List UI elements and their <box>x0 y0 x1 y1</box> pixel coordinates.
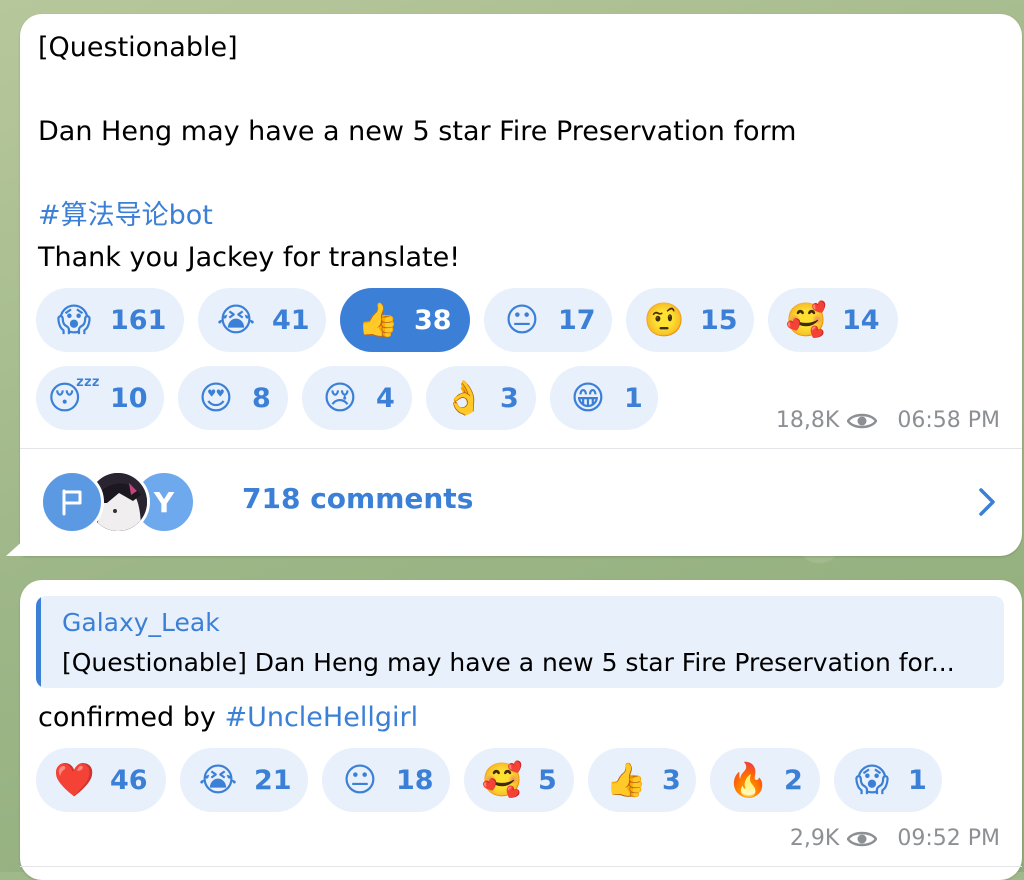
message-text-credit: Thank you Jackey for translate! <box>38 242 461 273</box>
reaction-button[interactable]: 😐 18 <box>322 748 450 812</box>
comments-button[interactable]: Y 718 comments <box>40 462 1002 542</box>
reaction-button[interactable]: 😁 1 <box>550 366 658 430</box>
reaction-button[interactable]: 😱 161 <box>36 288 184 352</box>
sad-tear-emoji-icon: 😢 <box>322 378 358 417</box>
message-time: 06:58 PM <box>897 408 1000 433</box>
ok-hand-emoji-icon: 👌 <box>443 378 485 417</box>
reaction-count: 3 <box>500 382 519 414</box>
reaction-button[interactable]: 🤨 15 <box>626 288 754 352</box>
reaction-count: 46 <box>110 764 148 796</box>
reaction-button[interactable]: 🔥 2 <box>710 748 820 812</box>
reaction-button[interactable]: 😢 4 <box>302 366 412 430</box>
scream-emoji-icon: 😱 <box>56 300 92 339</box>
smiling-hearts-emoji-icon: 🥰 <box>785 300 827 339</box>
chevron-right-icon <box>979 488 995 516</box>
reply-quote[interactable]: Galaxy_Leak [Questionable] Dan Heng may … <box>36 596 1004 688</box>
comments-count: 718 comments <box>242 482 474 515</box>
thumbs-up-emoji-icon: 👍 <box>605 760 647 799</box>
fire-emoji-icon: 🔥 <box>727 760 769 799</box>
message-text-prefix: confirmed by <box>38 702 225 733</box>
divider <box>20 866 1022 867</box>
reaction-button[interactable]: ❤️ 46 <box>36 748 166 812</box>
crying-emoji-icon: 😭 <box>216 300 256 339</box>
neutral-face-emoji-icon: 😐 <box>342 760 378 799</box>
sleeping-emoji-icon: 😴 <box>47 378 101 417</box>
reply-bar <box>36 596 41 688</box>
reaction-button[interactable]: 😴 10 <box>36 366 164 430</box>
reaction-count: 15 <box>700 304 738 336</box>
reaction-button[interactable]: 😐 17 <box>484 288 612 352</box>
reaction-count: 5 <box>538 764 557 796</box>
grin-emoji-icon: 😁 <box>570 378 606 417</box>
reaction-button[interactable]: 😱 1 <box>834 748 942 812</box>
eye-icon <box>847 831 878 846</box>
reaction-button[interactable]: 👌 3 <box>426 366 536 430</box>
reaction-button[interactable]: 😭 21 <box>180 748 308 812</box>
view-count: 18,8K <box>775 408 840 433</box>
reaction-count: 2 <box>784 764 803 796</box>
neutral-face-emoji-icon: 😐 <box>504 300 540 339</box>
reaction-count: 3 <box>662 764 681 796</box>
message-meta: 2,9K 09:52 PM <box>790 826 1000 851</box>
reaction-count: 14 <box>842 304 880 336</box>
flag-icon <box>62 489 82 516</box>
reaction-count: 161 <box>110 304 167 336</box>
hashtag-link[interactable]: #UncleHellgirl <box>224 702 418 733</box>
raised-eyebrow-emoji-icon: 🤨 <box>643 300 685 339</box>
scream-emoji-icon: 😱 <box>854 760 890 799</box>
message-meta: 18,8K 06:58 PM <box>776 408 1000 433</box>
red-heart-emoji-icon: ❤️ <box>53 760 95 799</box>
reaction-count: 1 <box>908 764 927 796</box>
avatar <box>40 470 104 534</box>
divider <box>20 448 1022 449</box>
reaction-button[interactable]: 😭 41 <box>198 288 326 352</box>
reaction-count: 10 <box>110 382 148 414</box>
reaction-count: 8 <box>252 382 271 414</box>
message-time: 09:52 PM <box>897 826 1000 851</box>
reaction-count: 41 <box>272 304 310 336</box>
crying-emoji-icon: 😭 <box>198 760 238 799</box>
reaction-button[interactable]: 😍 8 <box>178 366 288 430</box>
reaction-button[interactable]: 🥰 5 <box>464 748 574 812</box>
message-text: Dan Heng may have a new 5 star Fire Pres… <box>38 116 797 147</box>
reply-snippet: [Questionable] Dan Heng may have a new 5… <box>62 648 955 677</box>
reaction-count: 4 <box>376 382 395 414</box>
message-tag: [Questionable] <box>38 32 238 63</box>
reply-author: Galaxy_Leak <box>62 608 220 637</box>
reaction-count: 17 <box>558 304 596 336</box>
smiling-hearts-emoji-icon: 🥰 <box>481 760 523 799</box>
eye-icon <box>847 413 878 428</box>
heart-eyes-emoji-icon: 😍 <box>198 378 234 417</box>
message-bubble: Galaxy_Leak [Questionable] Dan Heng may … <box>20 580 1022 880</box>
view-count: 2,9K <box>789 826 840 851</box>
message-bubble: [Questionable] Dan Heng may have a new 5… <box>6 14 1022 556</box>
reaction-count: 18 <box>396 764 434 796</box>
message-text: confirmed by #UncleHellgirl <box>38 702 1004 734</box>
reaction-count: 21 <box>254 764 292 796</box>
hashtag-link[interactable]: #算法导论bot <box>38 200 1004 232</box>
thumbs-up-emoji-icon: 👍 <box>357 300 399 339</box>
reaction-button[interactable]: 👍 3 <box>588 748 696 812</box>
reaction-count: 38 <box>414 304 452 336</box>
reaction-button[interactable]: 🥰 14 <box>768 288 898 352</box>
reaction-count: 1 <box>624 382 643 414</box>
reaction-button[interactable]: 👍 38 <box>340 288 470 352</box>
